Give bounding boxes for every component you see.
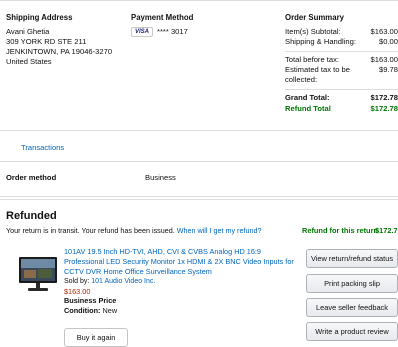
buy-again-button[interactable]: Buy it again [64,328,128,347]
address-name: Avani Ghetia [6,26,50,36]
refund-title: Refunded [6,210,57,222]
refund-for-return-label: Refund for this return [302,226,378,235]
address-country: United States [6,57,52,67]
refund-message: Your return is in transit. Your refund h… [6,226,262,235]
shipping-address: Shipping Address Avani Ghetia 309 YORK R… [6,13,126,68]
condition: Condition: New [64,306,118,316]
refund-card: Refunded Your return is in transit. Your… [0,196,398,347]
product-image[interactable] [18,255,58,293]
card-number: **** 3017 [157,26,188,36]
grand-total-row: Grand Total: $172.78 [285,93,398,103]
print-packing-slip-button[interactable]: Print packing slip [306,274,398,293]
address-street: 309 YORK RD STE 211 [6,36,87,46]
write-review-button[interactable]: Write a product review [306,322,398,341]
tax-row: Estimated tax to be collected: $9.78 [285,65,398,85]
product-price: $163.00 [64,286,91,296]
refund-help-link[interactable]: When will I get my refund? [177,226,262,235]
refund-total-row: Refund Total $172.78 [285,103,398,113]
address-city: JENKINTOWN, PA 19046-3270 [6,47,113,57]
transactions-link[interactable]: Transactions [21,143,64,153]
transactions-card: Transactions Order method Business [0,130,398,200]
items-subtotal-row: Item(s) Subtotal: $163.00 [285,26,398,36]
before-tax-row: Total before tax: $163.00 [285,54,398,64]
payment-card: VISA **** 3017 [131,26,251,37]
order-summary: Order Summary Item(s) Subtotal: $163.00 … [285,13,398,114]
leave-seller-feedback-button[interactable]: Leave seller feedback [306,298,398,317]
shipping-heading: Shipping Address [6,13,73,22]
shipping-row: Shipping & Handling: $0.00 [285,37,398,47]
business-price-label: Business Price [64,296,117,306]
divider [0,161,398,162]
order-method-value: Business [145,173,176,182]
order-method-label: Order method [6,173,57,182]
payment-heading: Payment Method [131,13,194,22]
summary-divider-2 [285,89,398,91]
payment-method: Payment Method VISA **** 3017 [131,13,251,37]
visa-icon: VISA [131,26,154,37]
seller-link[interactable]: 101 Audio Video Inc. [91,278,155,285]
order-details-card: Shipping Address Avani Ghetia 309 YORK R… [0,0,398,143]
product-info: 101AV 19.5 Inch HD-TVI, AHD, CVI & CVBS … [64,247,296,316]
summary-divider [285,50,398,52]
view-return-status-button[interactable]: View return/refund status [306,249,398,268]
refund-for-return-value: $172.78 [375,226,398,235]
product-title-link[interactable]: 101AV 19.5 Inch HD-TVI, AHD, CVI & CVBS … [64,247,296,277]
sold-by: Sold by: 101 Audio Video Inc. [64,278,156,286]
summary-heading: Order Summary [285,13,344,22]
